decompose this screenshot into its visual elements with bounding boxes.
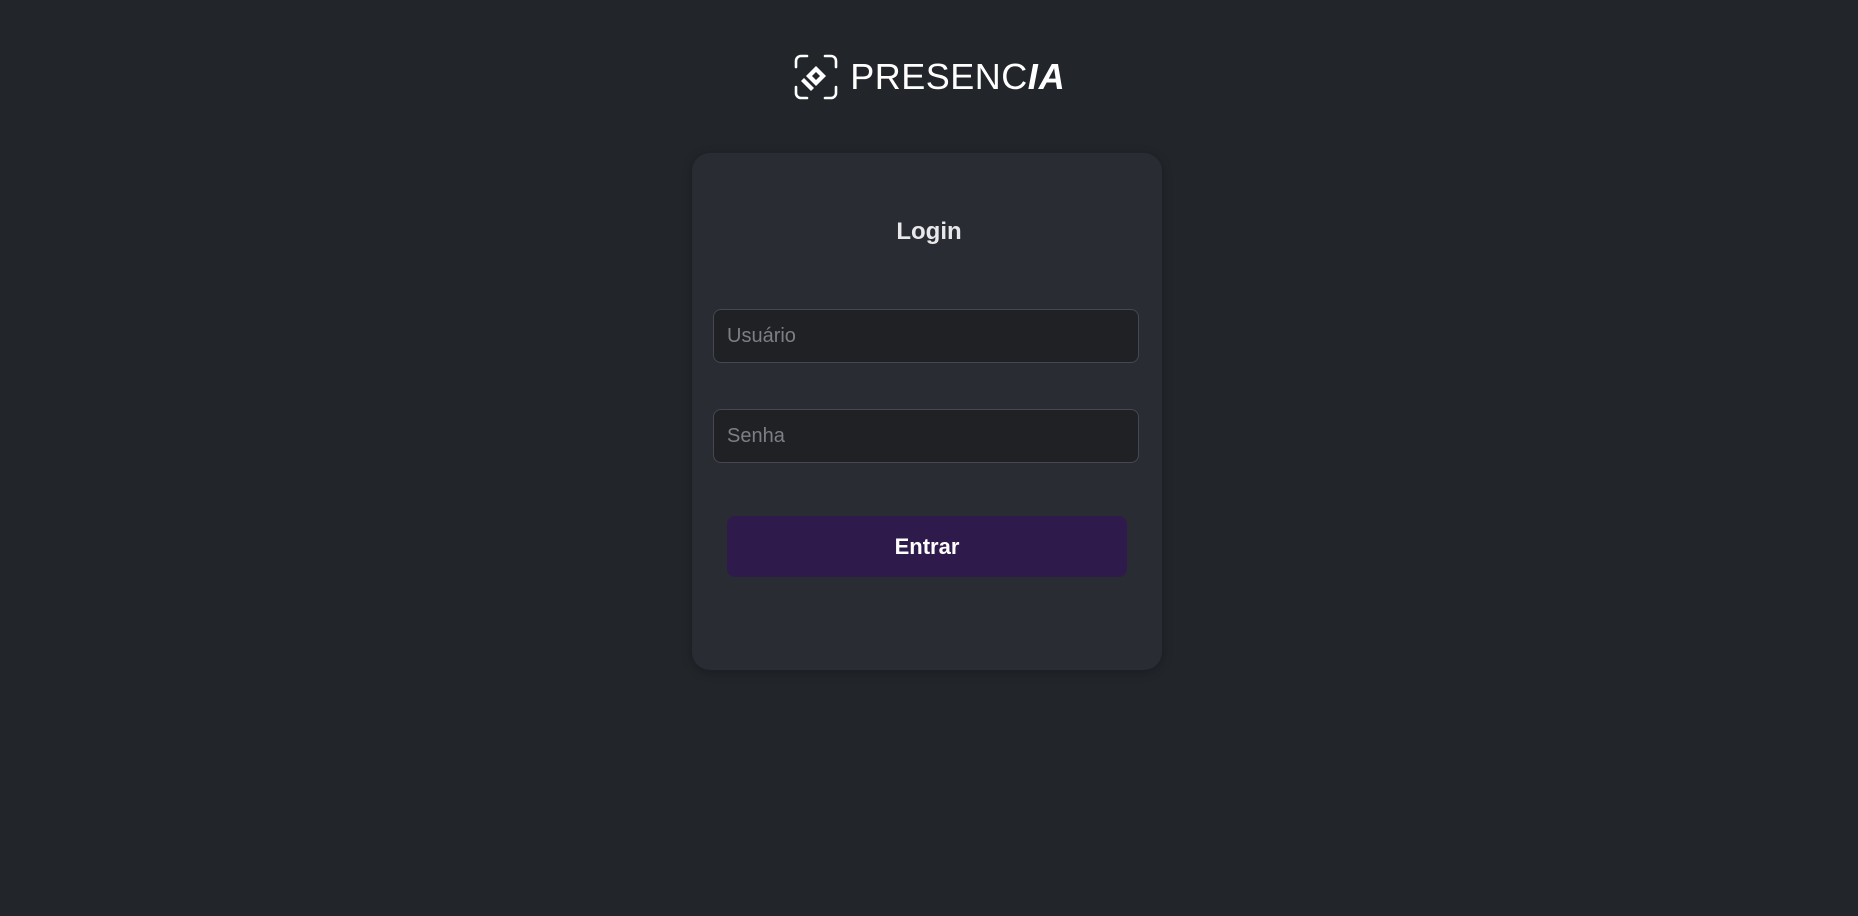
- password-input[interactable]: [713, 409, 1139, 463]
- brand-logo: PRESENC IA: [0, 52, 1858, 102]
- face-scan-logo-icon: [794, 54, 838, 100]
- username-input[interactable]: [713, 309, 1139, 363]
- brand-name-light: PRESENC: [850, 56, 1028, 97]
- login-page: PRESENCIA Login Entrar: [0, 0, 1858, 916]
- brand-name-bold: IA: [1027, 56, 1066, 97]
- brand-name: PRESENC IA: [850, 59, 1066, 95]
- login-submit-button[interactable]: Entrar: [727, 516, 1127, 577]
- login-title: Login: [896, 218, 962, 245]
